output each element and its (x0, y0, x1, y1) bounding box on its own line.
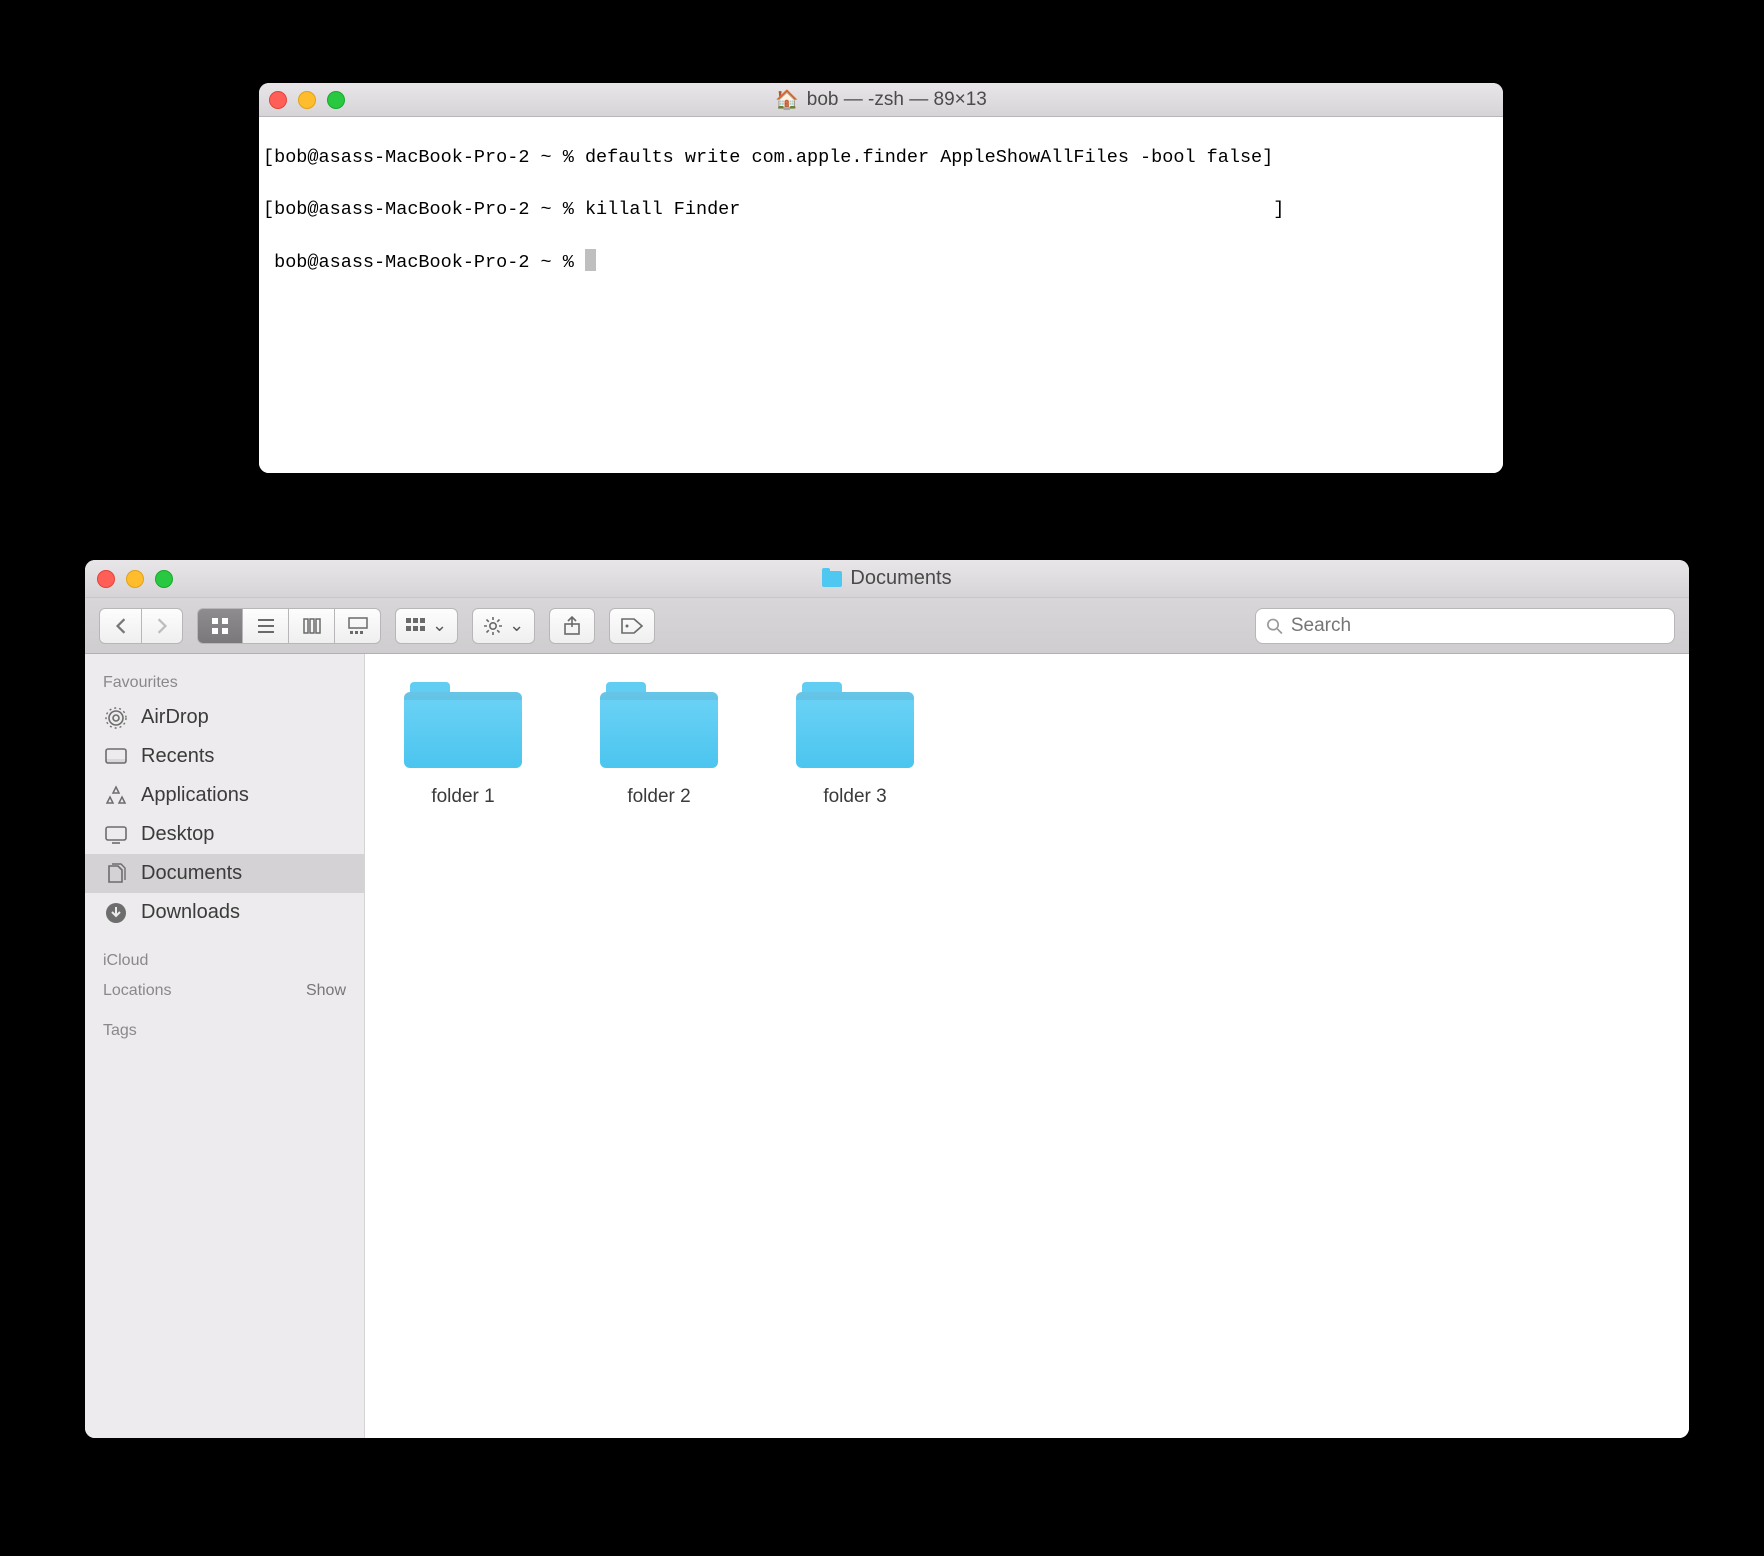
sidebar-item-label: Documents (141, 862, 242, 885)
list-icon (256, 616, 276, 636)
sidebar-item-label: Recents (141, 745, 214, 768)
folder-item[interactable]: folder 2 (589, 682, 729, 808)
back-button[interactable] (99, 608, 141, 644)
column-view-button[interactable] (289, 608, 335, 644)
search-field[interactable] (1255, 608, 1675, 644)
recents-icon (103, 746, 129, 768)
sidebar-item-label: AirDrop (141, 706, 209, 729)
finder-window: Documents ⌄ ⌄ (85, 560, 1689, 1438)
folder-item[interactable]: folder 3 (785, 682, 925, 808)
finder-toolbar: ⌄ ⌄ (85, 598, 1689, 654)
desktop-icon (103, 824, 129, 846)
sidebar-item-label: Applications (141, 784, 249, 807)
finder-content[interactable]: folder 1 folder 2 folder 3 (365, 654, 1689, 1438)
finder-traffic-lights (97, 570, 173, 588)
home-icon: 🏠 (775, 88, 799, 112)
zoom-button[interactable] (155, 570, 173, 588)
finder-body: Favourites AirDrop Recents Applications … (85, 654, 1689, 1438)
documents-icon (103, 863, 129, 885)
close-button[interactable] (269, 91, 287, 109)
finder-title-text: Documents (850, 567, 951, 590)
folder-icon (600, 682, 718, 768)
share-icon (563, 616, 581, 636)
minimize-button[interactable] (126, 570, 144, 588)
applications-icon (103, 785, 129, 807)
terminal-titlebar[interactable]: 🏠 bob — -zsh — 89×13 (259, 83, 1503, 117)
sidebar-item-recents[interactable]: Recents (85, 737, 364, 776)
sidebar-item-label: Desktop (141, 823, 214, 846)
icon-view-button[interactable] (197, 608, 243, 644)
finder-title: Documents (85, 567, 1689, 590)
terminal-window: 🏠 bob — -zsh — 89×13 [bob@asass-MacBook-… (259, 83, 1503, 473)
finder-titlebar[interactable]: Documents (85, 560, 1689, 598)
nav-segment (99, 608, 183, 644)
sidebar-heading-icloud: iCloud (85, 946, 364, 976)
forward-button[interactable] (141, 608, 183, 644)
terminal-line: [bob@asass-MacBook-Pro-2 ~ % killall Fin… (263, 197, 1499, 223)
search-input[interactable] (1291, 615, 1664, 637)
folder-icon (822, 571, 842, 587)
terminal-line: [bob@asass-MacBook-Pro-2 ~ % defaults wr… (263, 145, 1499, 171)
icon-grid: folder 1 folder 2 folder 3 (393, 682, 1661, 808)
tags-button[interactable] (609, 608, 655, 644)
sidebar-heading-tags: Tags (85, 1016, 364, 1046)
zoom-button[interactable] (327, 91, 345, 109)
terminal-prompt-line: bob@asass-MacBook-Pro-2 ~ % (263, 249, 1499, 276)
sidebar-item-documents[interactable]: Documents (85, 854, 364, 893)
cursor (585, 249, 596, 271)
folder-icon (404, 682, 522, 768)
sidebar-heading-locations-row: Locations Show (85, 976, 364, 1006)
sidebar-item-label: Downloads (141, 901, 240, 924)
sidebar-heading-locations: Locations (103, 982, 172, 1000)
gallery-view-button[interactable] (335, 608, 381, 644)
tag-icon (620, 617, 644, 635)
terminal-title: 🏠 bob — -zsh — 89×13 (259, 88, 1503, 112)
airdrop-icon (103, 707, 129, 729)
folder-item[interactable]: folder 1 (393, 682, 533, 808)
action-button[interactable]: ⌄ (472, 608, 535, 644)
view-segment (197, 608, 381, 644)
folder-label: folder 3 (823, 786, 886, 808)
sidebar-item-applications[interactable]: Applications (85, 776, 364, 815)
terminal-traffic-lights (269, 91, 345, 109)
minimize-button[interactable] (298, 91, 316, 109)
group-by-button[interactable]: ⌄ (395, 608, 458, 644)
chevron-down-icon: ⌄ (509, 615, 524, 636)
sidebar-item-downloads[interactable]: Downloads (85, 893, 364, 932)
group-icon (406, 618, 426, 634)
sidebar-heading-favourites: Favourites (85, 668, 364, 698)
gallery-icon (347, 616, 369, 636)
grid-icon (210, 616, 230, 636)
search-icon (1266, 617, 1283, 635)
share-button[interactable] (549, 608, 595, 644)
list-view-button[interactable] (243, 608, 289, 644)
gear-icon (483, 616, 503, 636)
locations-show-button[interactable]: Show (306, 982, 346, 1000)
sidebar-item-airdrop[interactable]: AirDrop (85, 698, 364, 737)
close-button[interactable] (97, 570, 115, 588)
columns-icon (302, 616, 322, 636)
chevron-down-icon: ⌄ (432, 615, 447, 636)
finder-sidebar: Favourites AirDrop Recents Applications … (85, 654, 365, 1438)
terminal-body[interactable]: [bob@asass-MacBook-Pro-2 ~ % defaults wr… (259, 117, 1503, 473)
folder-label: folder 1 (431, 786, 494, 808)
folder-label: folder 2 (627, 786, 690, 808)
downloads-icon (103, 902, 129, 924)
sidebar-item-desktop[interactable]: Desktop (85, 815, 364, 854)
folder-icon (796, 682, 914, 768)
terminal-title-text: bob — -zsh — 89×13 (807, 89, 987, 111)
